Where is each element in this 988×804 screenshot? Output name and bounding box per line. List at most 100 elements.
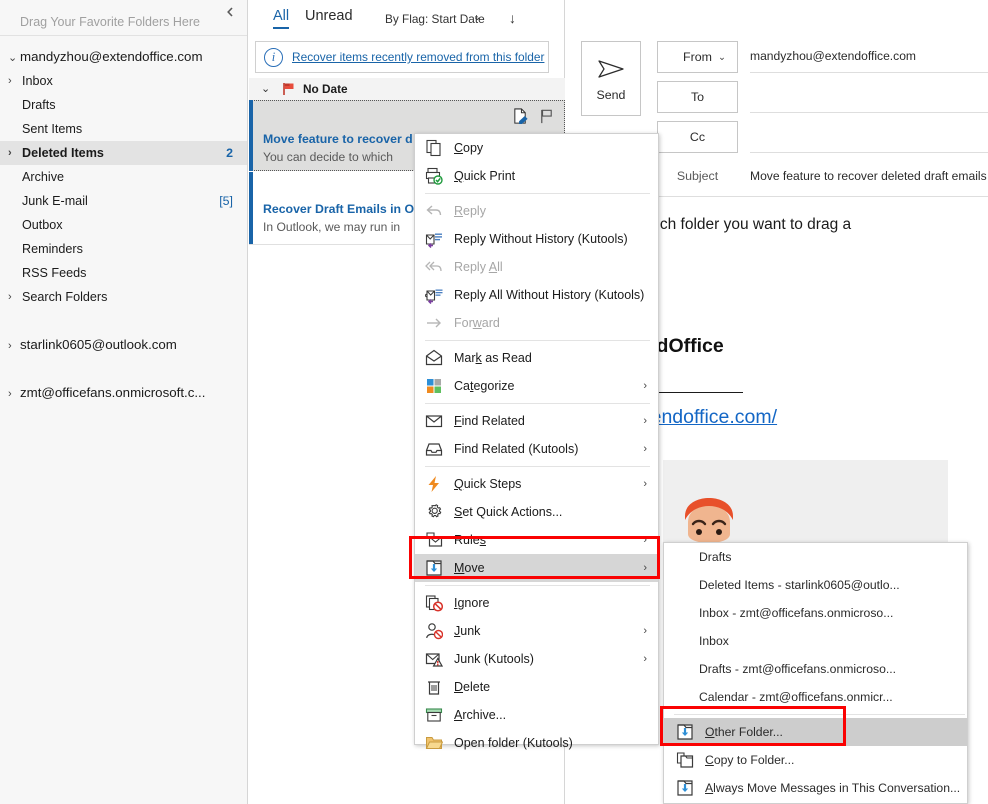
menu-item-label: Reply Without History (Kutools) bbox=[454, 225, 628, 253]
submenu-folder-item[interactable]: Inbox bbox=[664, 627, 967, 655]
recover-items-link[interactable]: Recover items recently removed from this… bbox=[292, 50, 544, 64]
quick-print-icon bbox=[425, 167, 443, 185]
from-value[interactable]: mandyzhou@extendoffice.com bbox=[750, 41, 988, 73]
chevron-down-icon[interactable]: ⌄ bbox=[473, 12, 481, 23]
menu-item-label: Junk (Kutools) bbox=[454, 645, 534, 673]
cc-field[interactable] bbox=[750, 121, 988, 153]
menu-item-label: Find Related bbox=[454, 407, 525, 435]
menu-item-move[interactable]: Move › bbox=[415, 554, 658, 582]
edit-draft-icon[interactable] bbox=[512, 108, 529, 125]
menu-item-label: Open folder (Kutools) bbox=[454, 729, 573, 757]
sidebar-item-outbox[interactable]: Outbox bbox=[0, 213, 247, 237]
sidebar-item-sent-items[interactable]: Sent Items bbox=[0, 117, 247, 141]
account-label: mandyzhou@extendoffice.com bbox=[20, 49, 203, 64]
archive-icon bbox=[425, 706, 443, 724]
menu-separator bbox=[425, 403, 650, 404]
menu-item-junk-kutools[interactable]: Junk (Kutools) › bbox=[415, 645, 658, 673]
sidebar-item-label: Inbox bbox=[22, 69, 53, 93]
sidebar-item-reminders[interactable]: Reminders bbox=[0, 237, 247, 261]
chevron-down-icon[interactable]: ⌄ bbox=[718, 42, 726, 73]
subject-field[interactable]: Move feature to recover deleted draft em… bbox=[750, 161, 988, 193]
submenu-folder-label: Deleted Items - starlink0605@outlo... bbox=[699, 571, 900, 599]
menu-item-label: Reply All bbox=[454, 253, 503, 281]
menu-item-rules[interactable]: Rules › bbox=[415, 526, 658, 554]
chevron-right-icon: › bbox=[8, 334, 20, 358]
tab-unread[interactable]: Unread bbox=[305, 8, 353, 24]
to-button[interactable]: To bbox=[657, 81, 738, 113]
collapse-left-chevron-icon[interactable] bbox=[221, 4, 239, 22]
chevron-right-icon: › bbox=[643, 372, 647, 400]
menu-item-find-related-kutools[interactable]: Find Related (Kutools) › bbox=[415, 435, 658, 463]
avatar-illustration-icon bbox=[680, 488, 738, 550]
submenu-folder-item[interactable]: Drafts bbox=[664, 543, 967, 571]
submenu-folder-item[interactable]: Deleted Items - starlink0605@outlo... bbox=[664, 571, 967, 599]
submenu-item-copy-to-folder[interactable]: Copy to Folder... bbox=[664, 746, 967, 774]
submenu-item-always-move-messages[interactable]: Always Move Messages in This Conversatio… bbox=[664, 774, 967, 802]
group-header-no-date[interactable]: ⌄ No Date bbox=[249, 78, 565, 100]
tab-all[interactable]: All bbox=[273, 8, 289, 24]
menu-separator bbox=[425, 466, 650, 467]
from-button[interactable]: From ⌄ bbox=[657, 41, 738, 73]
chevron-down-icon[interactable]: ⌄ bbox=[261, 82, 270, 95]
menu-item-quick-print[interactable]: Quick Print bbox=[415, 162, 658, 190]
sidebar-item-deleted-items[interactable]: › Deleted Items 2 bbox=[0, 141, 247, 165]
open-folder-icon bbox=[425, 734, 443, 752]
account-starlink0605[interactable]: ›starlink0605@outlook.com bbox=[0, 333, 247, 357]
menu-item-junk[interactable]: Junk › bbox=[415, 617, 658, 645]
chevron-right-icon[interactable]: › bbox=[8, 141, 20, 165]
submenu-folder-item[interactable]: Inbox - zmt@officefans.onmicroso... bbox=[664, 599, 967, 627]
flag-icon bbox=[283, 82, 295, 96]
submenu-folder-label: Drafts - zmt@officefans.onmicroso... bbox=[699, 655, 896, 683]
sidebar-item-label: Search Folders bbox=[22, 285, 107, 309]
sort-dropdown-label[interactable]: By Flag: Start Date bbox=[385, 12, 485, 26]
message-preview: You can decide to which bbox=[263, 150, 393, 164]
menu-item-copy[interactable]: Copy bbox=[415, 134, 658, 162]
menu-item-label: Ignore bbox=[454, 589, 489, 617]
to-field[interactable] bbox=[750, 81, 988, 113]
menu-item-open-folder-kutools[interactable]: Open folder (Kutools) bbox=[415, 729, 658, 757]
menu-item-quick-steps[interactable]: Quick Steps › bbox=[415, 470, 658, 498]
sidebar-item-label: Reminders bbox=[22, 237, 83, 261]
favorites-header: Drag Your Favorite Folders Here bbox=[0, 0, 247, 36]
menu-item-reply-without-history-kutools[interactable]: Reply Without History (Kutools) bbox=[415, 225, 658, 253]
sidebar-item-label: Sent Items bbox=[22, 117, 82, 141]
chevron-right-icon: › bbox=[643, 435, 647, 463]
flag-icon[interactable] bbox=[538, 108, 555, 125]
sidebar-item-rss-feeds[interactable]: RSS Feeds bbox=[0, 261, 247, 285]
arrow-down-icon[interactable]: ↓ bbox=[509, 10, 516, 26]
menu-item-categorize[interactable]: Categorize › bbox=[415, 372, 658, 400]
submenu-folder-item[interactable]: Calendar - zmt@officefans.onmicr... bbox=[664, 683, 967, 711]
sidebar-item-count: 2 bbox=[226, 141, 233, 165]
chevron-right-icon[interactable]: › bbox=[8, 285, 20, 309]
sidebar-item-inbox[interactable]: › Inbox bbox=[0, 69, 247, 93]
copy-folder-icon bbox=[676, 751, 694, 769]
menu-item-label: Junk bbox=[454, 617, 480, 645]
submenu-folder-label: Drafts bbox=[699, 543, 732, 571]
chevron-right-icon: › bbox=[643, 526, 647, 554]
group-header-label: No Date bbox=[303, 82, 348, 96]
sidebar-item-archive[interactable]: Archive bbox=[0, 165, 247, 189]
sidebar-item-search-folders[interactable]: › Search Folders bbox=[0, 285, 247, 309]
menu-item-ignore[interactable]: Ignore bbox=[415, 589, 658, 617]
send-button[interactable]: Send bbox=[581, 41, 641, 116]
account-mandyzhou[interactable]: ⌄mandyzhou@extendoffice.com bbox=[0, 45, 247, 69]
sidebar-item-junk-email[interactable]: Junk E-mail [5] bbox=[0, 189, 247, 213]
recover-items-banner: i Recover items recently removed from th… bbox=[255, 41, 549, 73]
sidebar-item-drafts[interactable]: Drafts bbox=[0, 93, 247, 117]
menu-item-find-related[interactable]: Find Related › bbox=[415, 407, 658, 435]
chevron-right-icon: › bbox=[643, 470, 647, 498]
menu-item-set-quick-actions[interactable]: Set Quick Actions... bbox=[415, 498, 658, 526]
chevron-right-icon[interactable]: › bbox=[8, 69, 20, 93]
menu-item-label: Archive... bbox=[454, 701, 506, 729]
menu-item-delete[interactable]: Delete bbox=[415, 673, 658, 701]
folder-navigation-pane: Drag Your Favorite Folders Here ⌄mandyzh… bbox=[0, 0, 248, 804]
cc-button[interactable]: Cc bbox=[657, 121, 738, 153]
from-label: From bbox=[683, 50, 712, 64]
submenu-item-other-folder[interactable]: Other Folder... bbox=[664, 718, 967, 746]
account-zmt-officefans[interactable]: ›zmt@officefans.onmicrosoft.c... bbox=[0, 381, 247, 405]
unread-accent-bar bbox=[249, 100, 253, 171]
menu-item-archive[interactable]: Archive... bbox=[415, 701, 658, 729]
submenu-folder-item[interactable]: Drafts - zmt@officefans.onmicroso... bbox=[664, 655, 967, 683]
menu-item-reply-all-without-history-kutools[interactable]: Reply All Without History (Kutools) bbox=[415, 281, 658, 309]
menu-item-mark-as-read[interactable]: Mark as Read bbox=[415, 344, 658, 372]
